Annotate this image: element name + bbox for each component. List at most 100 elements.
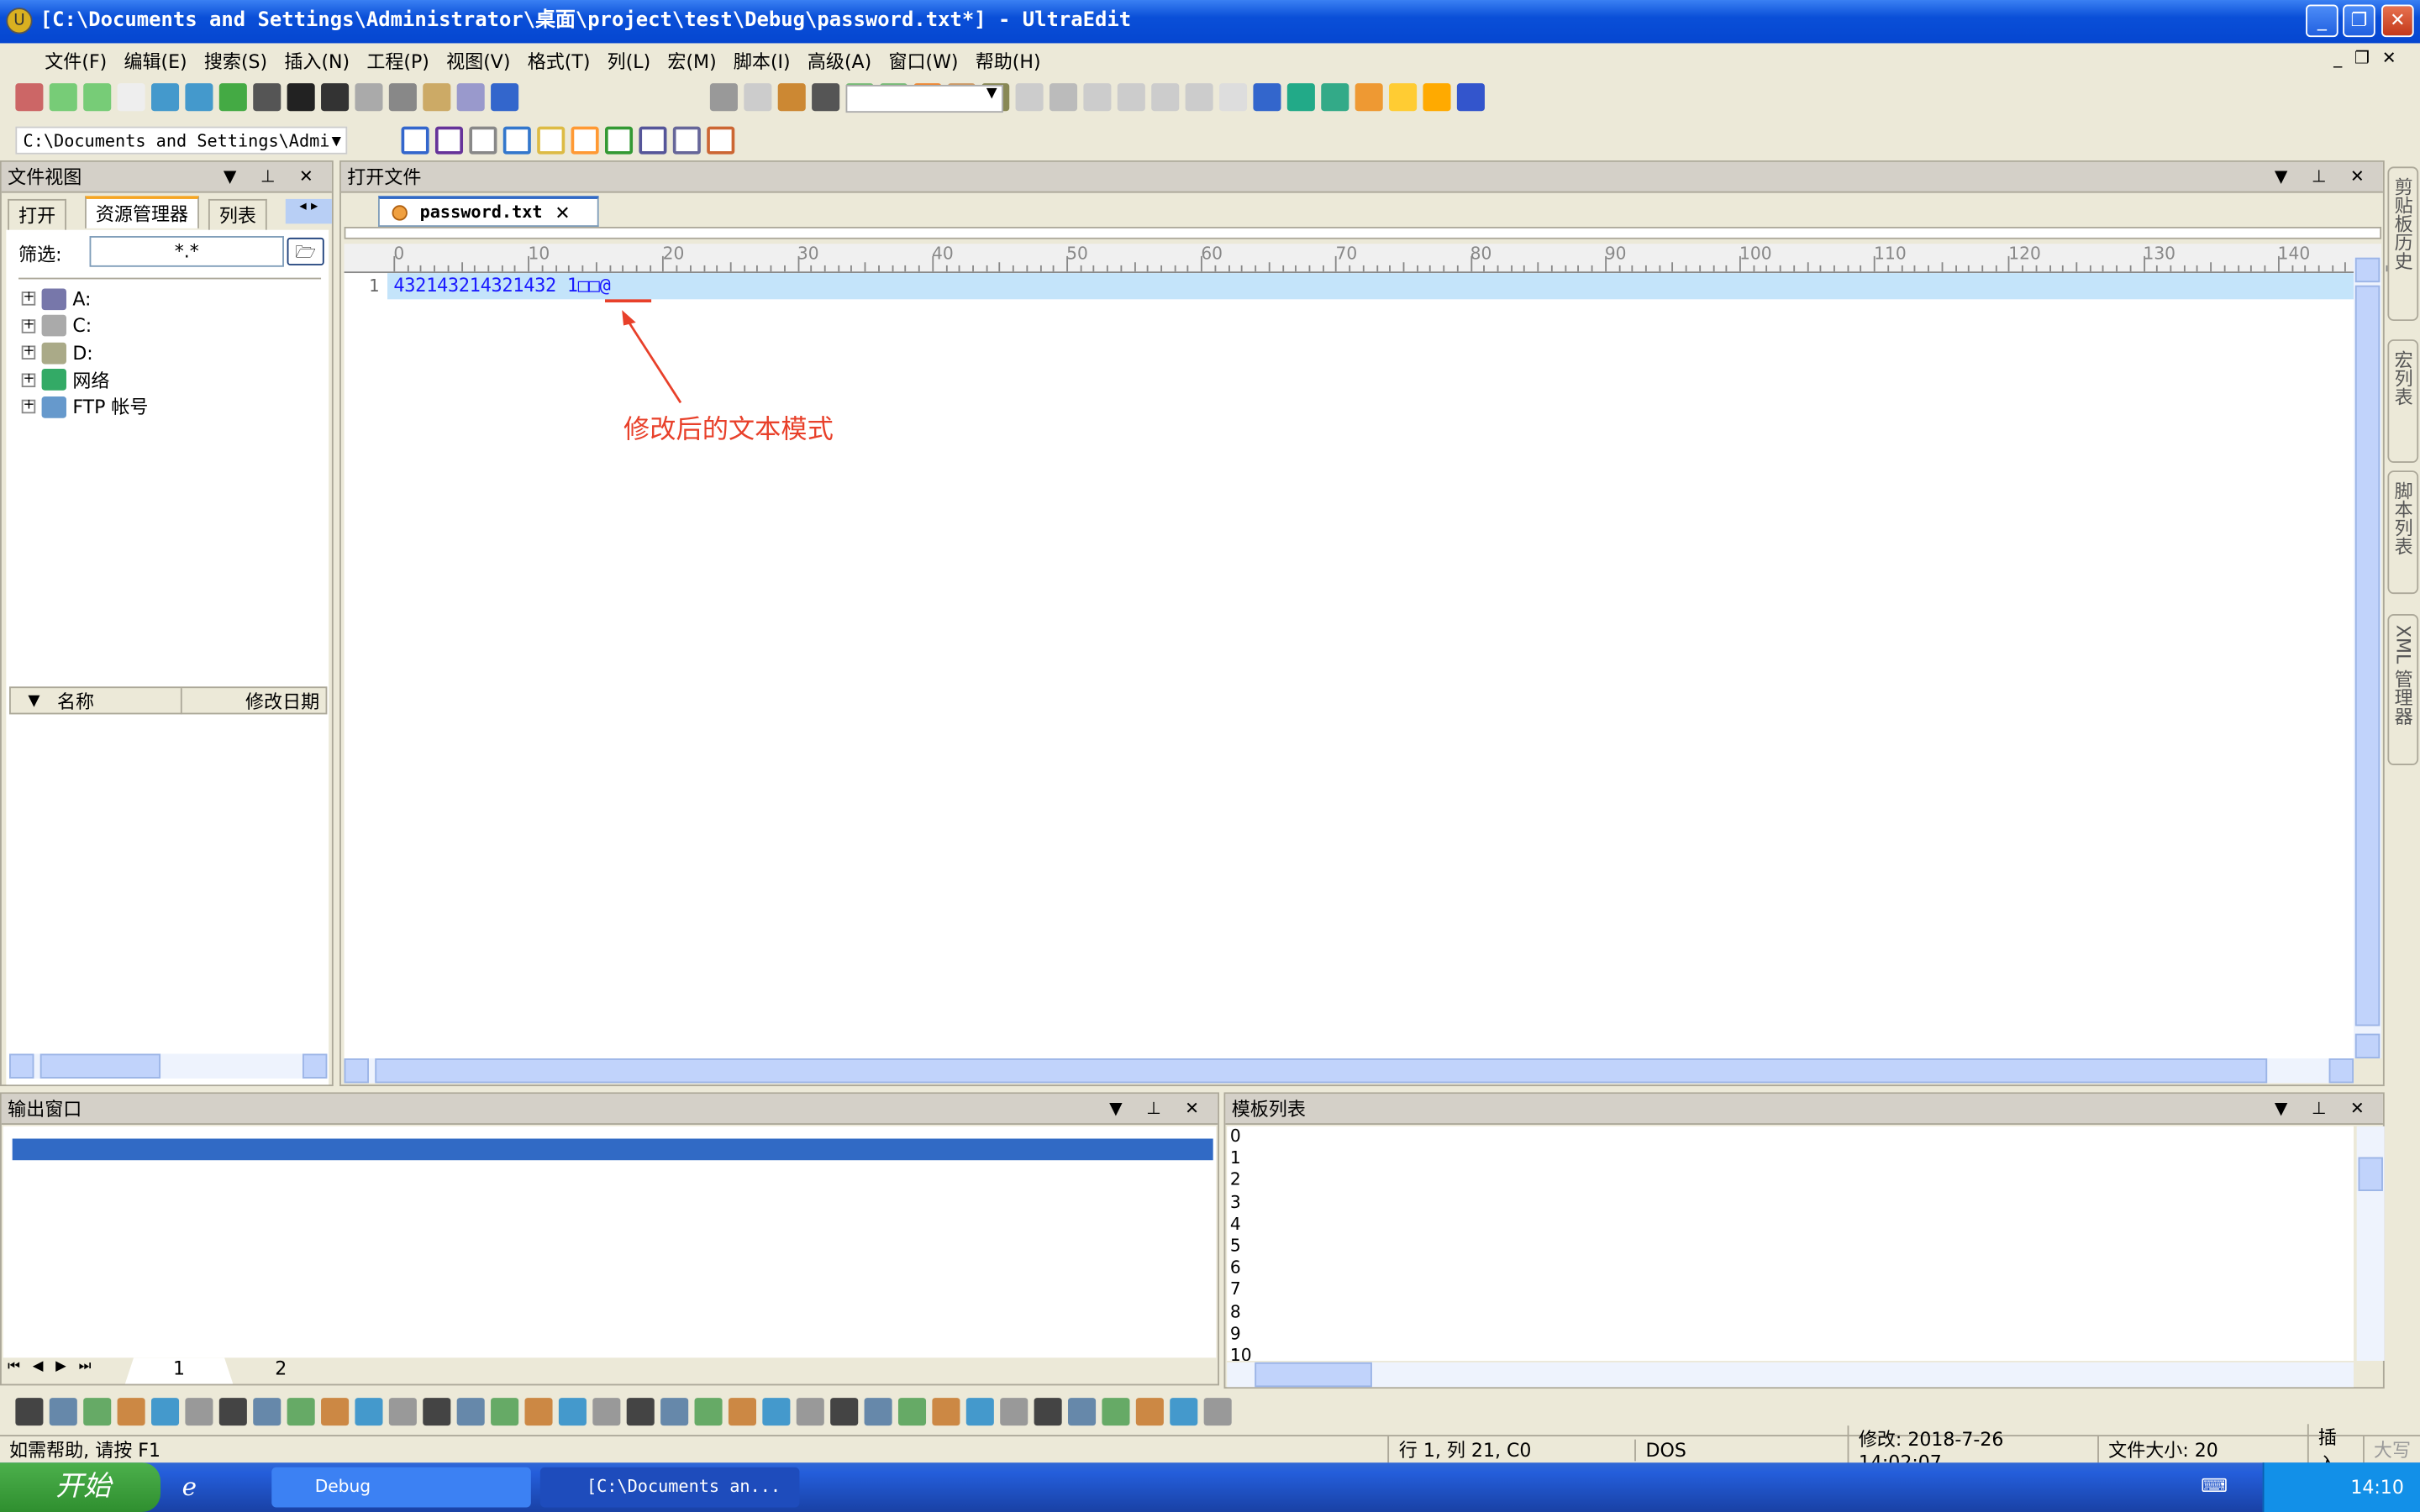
menu-item[interactable]: 工程(P) xyxy=(362,47,442,73)
web-search-icon[interactable] xyxy=(672,126,701,155)
menu-item[interactable]: 文件(F) xyxy=(40,47,119,73)
column-modified[interactable]: 修改日期 xyxy=(180,687,326,714)
menu-item[interactable]: 编辑(E) xyxy=(119,47,199,73)
menu-item[interactable]: 视图(V) xyxy=(442,47,523,73)
menu-item[interactable]: 插入(N) xyxy=(280,47,362,73)
menu-item[interactable]: 高级(A) xyxy=(802,47,884,73)
tree-item[interactable]: + D: xyxy=(21,339,149,366)
format-icon[interactable] xyxy=(49,1398,77,1426)
toolbar-icon[interactable] xyxy=(709,83,738,112)
web-search-icon[interactable] xyxy=(401,126,429,155)
task-debug[interactable]: Debug xyxy=(271,1467,531,1508)
format-icon[interactable] xyxy=(626,1398,655,1426)
file-tab-password[interactable]: password.txt ✕ xyxy=(377,196,599,227)
format-icon[interactable] xyxy=(150,1398,180,1426)
side-tab-xml-manager[interactable]: XML 管理器 xyxy=(2387,614,2419,766)
template-item[interactable]: 7 xyxy=(1230,1279,2354,1301)
toolbar-icon[interactable] xyxy=(1185,83,1213,112)
panel-controls[interactable]: ▼ ⊥ ✕ xyxy=(224,162,323,193)
format-icon[interactable] xyxy=(83,1398,112,1426)
toolbar-icon[interactable] xyxy=(15,83,44,112)
template-item[interactable]: 1 xyxy=(1230,1148,2354,1170)
format-icon[interactable] xyxy=(456,1398,485,1426)
toolbar-icon[interactable] xyxy=(744,83,772,112)
web-search-icon[interactable] xyxy=(604,126,634,155)
tab-explorer[interactable]: 资源管理器 xyxy=(85,196,199,228)
format-icon[interactable] xyxy=(1068,1398,1097,1426)
line-text[interactable]: 432143214321432 1□□@ xyxy=(393,275,610,297)
expand-icon[interactable]: + xyxy=(21,318,36,333)
toolbar-icon[interactable] xyxy=(1253,83,1281,112)
web-search-icon[interactable] xyxy=(502,126,531,155)
close-tab-icon[interactable]: ✕ xyxy=(555,202,570,223)
template-item[interactable]: 6 xyxy=(1230,1257,2354,1279)
output-nav-arrows[interactable]: ⏮◀▶⏭ xyxy=(8,1359,103,1374)
restore-button[interactable]: ❐ xyxy=(2343,4,2375,38)
toolbar-icon[interactable] xyxy=(456,83,485,112)
font-combo[interactable]: ▼ xyxy=(845,85,1003,113)
tab-scroll-arrows[interactable]: ◂ ▸ xyxy=(285,198,332,224)
format-icon[interactable] xyxy=(830,1398,859,1426)
side-tab-clipboard-history[interactable]: 剪贴板历史 xyxy=(2387,166,2419,322)
toolbar-icon[interactable] xyxy=(1321,83,1349,112)
format-icon[interactable] xyxy=(796,1398,824,1426)
template-item[interactable]: 0 xyxy=(1230,1126,2354,1148)
toolbar-icon[interactable] xyxy=(1286,83,1315,112)
format-icon[interactable] xyxy=(1203,1398,1232,1426)
side-tab-script-list[interactable]: 脚本列表 xyxy=(2387,470,2419,595)
tree-item[interactable]: + C: xyxy=(21,312,149,339)
format-icon[interactable] xyxy=(728,1398,756,1426)
toolbar-icon[interactable] xyxy=(117,83,145,112)
toolbar-icon[interactable] xyxy=(1049,83,1078,112)
template-item[interactable]: 5 xyxy=(1230,1236,2354,1257)
panel-controls[interactable]: ▼ ⊥ ✕ xyxy=(1109,1094,1208,1125)
status-format[interactable]: DOS xyxy=(1634,1438,1848,1461)
toolbar-icon[interactable] xyxy=(423,83,451,112)
toolbar-icon[interactable] xyxy=(1015,83,1044,112)
format-icon[interactable] xyxy=(253,1398,281,1426)
folder-open-icon[interactable]: 🗁 xyxy=(287,237,324,265)
format-icon[interactable] xyxy=(321,1398,350,1426)
template-item[interactable]: 3 xyxy=(1230,1192,2354,1214)
format-icon[interactable] xyxy=(1102,1398,1130,1426)
format-icon[interactable] xyxy=(1135,1398,1164,1426)
format-icon[interactable] xyxy=(592,1398,621,1426)
keyboard-icon[interactable]: ⌨ xyxy=(2201,1475,2228,1497)
close-button[interactable]: ✕ xyxy=(2381,4,2414,38)
editor-hscrollbar[interactable] xyxy=(344,1058,2354,1084)
toolbar-icon[interactable] xyxy=(491,83,519,112)
format-icon[interactable] xyxy=(388,1398,417,1426)
web-search-icon[interactable] xyxy=(434,126,464,155)
menu-item[interactable]: 窗口(W) xyxy=(884,47,971,73)
format-icon[interactable] xyxy=(287,1398,315,1426)
app-icon[interactable]: U xyxy=(6,8,33,34)
format-icon[interactable] xyxy=(218,1398,247,1426)
toolbar-icon[interactable] xyxy=(1389,83,1418,112)
menu-item[interactable]: 列(L) xyxy=(602,47,663,73)
format-icon[interactable] xyxy=(1000,1398,1028,1426)
path-combo[interactable]: C:\Documents and Settings\Admi ▼ xyxy=(15,126,348,155)
toolbar-icon[interactable] xyxy=(287,83,315,112)
task-ultraedit[interactable]: [C:\Documents an... xyxy=(539,1467,800,1508)
web-search-icon[interactable] xyxy=(571,126,599,155)
toolbar-icon[interactable] xyxy=(218,83,247,112)
template-item[interactable]: 8 xyxy=(1230,1302,2354,1324)
tree-item[interactable]: + A: xyxy=(21,286,149,312)
toolbar-icon[interactable] xyxy=(1151,83,1180,112)
format-icon[interactable] xyxy=(660,1398,689,1426)
sort-icon[interactable]: ▼ xyxy=(11,692,57,709)
menu-item[interactable]: 帮助(H) xyxy=(971,47,1053,73)
toolbar-icon[interactable] xyxy=(1117,83,1145,112)
menu-item[interactable]: 格式(T) xyxy=(523,47,602,73)
web-search-icon[interactable] xyxy=(639,126,667,155)
toolbar-icon[interactable] xyxy=(355,83,383,112)
format-icon[interactable] xyxy=(423,1398,451,1426)
toolbar-icon[interactable] xyxy=(777,83,806,112)
editor-area[interactable]: 1 432143214321432 1□□@ 修改后的文本模式 xyxy=(344,273,2354,1058)
expand-icon[interactable]: + xyxy=(21,291,36,307)
menu-item[interactable]: 脚本(I) xyxy=(729,47,802,73)
format-icon[interactable] xyxy=(558,1398,587,1426)
toolbar-icon[interactable] xyxy=(1083,83,1112,112)
format-icon[interactable] xyxy=(762,1398,791,1426)
expand-icon[interactable]: + xyxy=(21,372,36,387)
